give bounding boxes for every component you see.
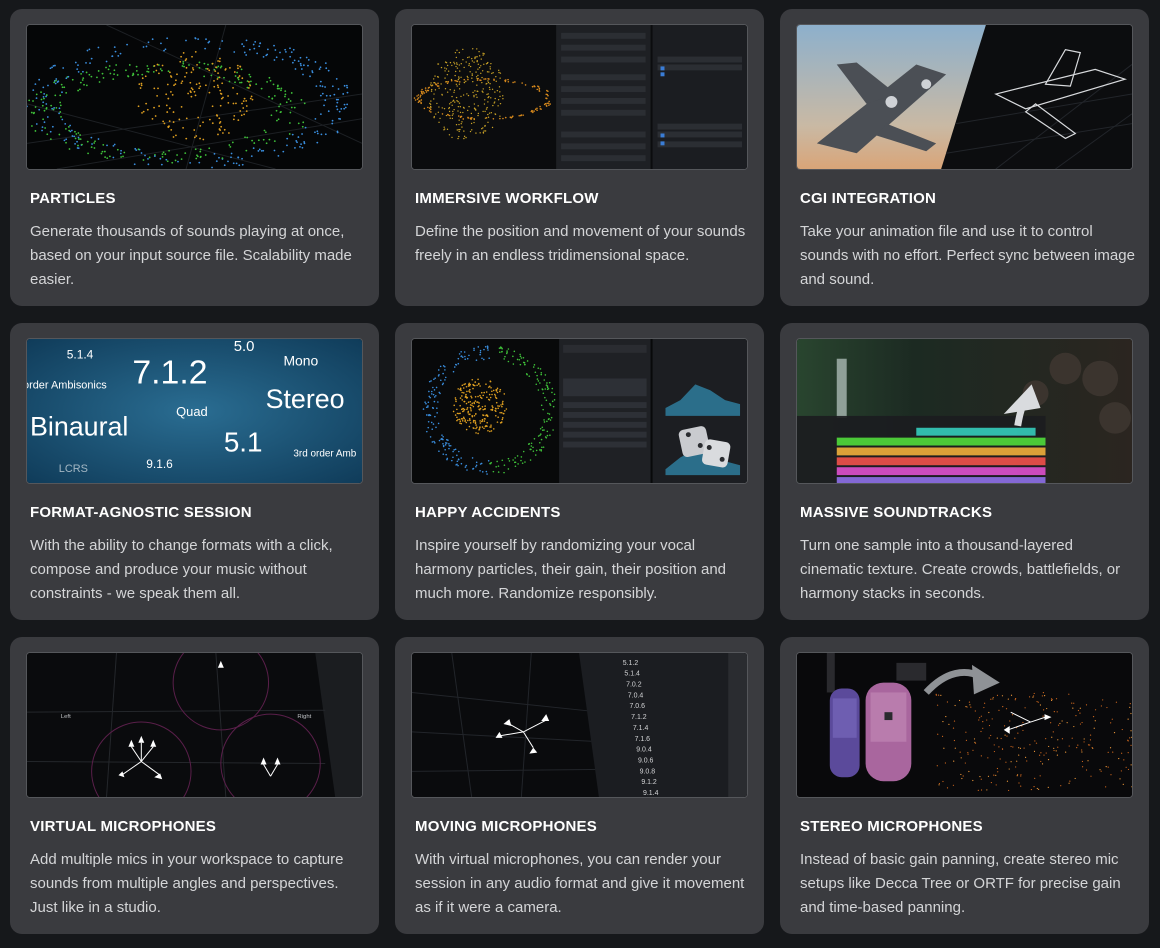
card-title: MOVING MICROPHONES: [415, 818, 597, 835]
card-title: MASSIVE SOUNDTRACKS: [800, 504, 993, 521]
format-label: Mono: [283, 353, 318, 369]
massive-soundtracks-image: [796, 338, 1133, 484]
card-description: Instead of basic gain panning, create st…: [800, 851, 1121, 916]
format-list-item: 7.0.4: [628, 692, 644, 699]
format-label: order Ambisonics: [27, 379, 107, 391]
format-agnostic-image: 5.1.4 7.1.2 5.0 Mono order Ambisonics St…: [26, 338, 363, 484]
moving-microphones-image: 5.1.2 5.1.4 7.0.2 7.0.4 7.0.6 7.1.2 7.1.4 7.1.6…: [411, 652, 748, 798]
format-label: 5.0: [234, 339, 255, 355]
card-description: With the ability to change formats with …: [30, 537, 333, 602]
feature-card-happy-accidents: HAPPY ACCIDENTS Inspire yourself by rand…: [395, 323, 764, 620]
format-label: LCRS: [59, 463, 88, 475]
card-description: Generate thousands of sounds playing at …: [30, 223, 352, 288]
card-title: PARTICLES: [30, 190, 116, 207]
feature-card-immersive-workflow: IMMERSIVE WORKFLOW Define the position a…: [395, 9, 764, 306]
format-label: Stereo: [266, 384, 345, 414]
format-label: 9.1.6: [146, 457, 173, 471]
format-label: 5.1: [224, 427, 263, 458]
format-label: 3rd order Amb: [293, 448, 356, 459]
card-title: IMMERSIVE WORKFLOW: [415, 190, 599, 207]
card-description: Define the position and movement of your…: [415, 223, 746, 264]
mic-label-right: Right: [297, 714, 311, 720]
feature-grid: PARTICLES Generate thousands of sounds p…: [10, 9, 1150, 934]
format-list-item: 7.0.2: [626, 682, 642, 689]
card-title: HAPPY ACCIDENTS: [415, 504, 561, 521]
format-list-item: 9.1.2: [641, 779, 657, 786]
card-title: STEREO MICROPHONES: [800, 818, 983, 835]
format-list-item: 9.0.6: [638, 757, 654, 764]
immersive-workflow-image: [411, 24, 748, 170]
format-list-item: 7.0.6: [630, 703, 646, 710]
feature-card-virtual-microphones: Left Right VIRTUAL MICROPHONES Add multi…: [10, 637, 379, 934]
happy-accidents-image: [411, 338, 748, 484]
cgi-integration-image: [796, 24, 1133, 170]
format-list-item: 9.0.8: [640, 768, 656, 775]
card-description: Turn one sample into a thousand-layered …: [800, 537, 1121, 602]
card-description: Take your animation file and use it to c…: [800, 223, 1135, 288]
format-list-item: 7.1.6: [635, 736, 651, 743]
stereo-microphones-image: [796, 652, 1133, 798]
feature-card-stereo-microphones: STEREO MICROPHONES Instead of basic gain…: [780, 637, 1149, 934]
card-title: CGI INTEGRATION: [800, 190, 937, 207]
feature-card-cgi-integration: CGI INTEGRATION Take your animation file…: [780, 9, 1149, 306]
format-label: 7.1.2: [132, 354, 207, 391]
format-list-item: 9.0.4: [636, 747, 652, 754]
card-description: Add multiple mics in your workspace to c…: [30, 851, 344, 916]
format-list-item: 7.1.4: [633, 725, 649, 732]
particles-image: [26, 24, 363, 170]
format-label: Binaural: [30, 412, 128, 442]
format-list-item: 5.1.2: [623, 660, 639, 667]
card-title: FORMAT-AGNOSTIC SESSION: [30, 504, 252, 521]
card-title: VIRTUAL MICROPHONES: [30, 818, 217, 835]
card-description: With virtual microphones, you can render…: [415, 851, 745, 916]
format-label: 5.1.4: [67, 348, 94, 362]
format-list-item: 7.1.2: [631, 714, 647, 721]
format-label: Quad: [176, 404, 208, 419]
format-list-item: 5.1.4: [624, 671, 640, 678]
mic-label-left: Left: [61, 714, 71, 720]
feature-card-particles: PARTICLES Generate thousands of sounds p…: [10, 9, 379, 306]
format-list-item: 9.1.4: [643, 790, 659, 797]
feature-card-massive-soundtracks: MASSIVE SOUNDTRACKS Turn one sample into…: [780, 323, 1149, 620]
virtual-microphones-image: Left Right: [26, 652, 363, 798]
feature-card-format-agnostic: 5.1.4 7.1.2 5.0 Mono order Ambisonics St…: [10, 323, 379, 620]
card-description: Inspire yourself by randomizing your voc…: [415, 537, 727, 602]
feature-card-moving-microphones: 5.1.2 5.1.4 7.0.2 7.0.4 7.0.6 7.1.2 7.1.4 7.1.6…: [395, 637, 764, 934]
